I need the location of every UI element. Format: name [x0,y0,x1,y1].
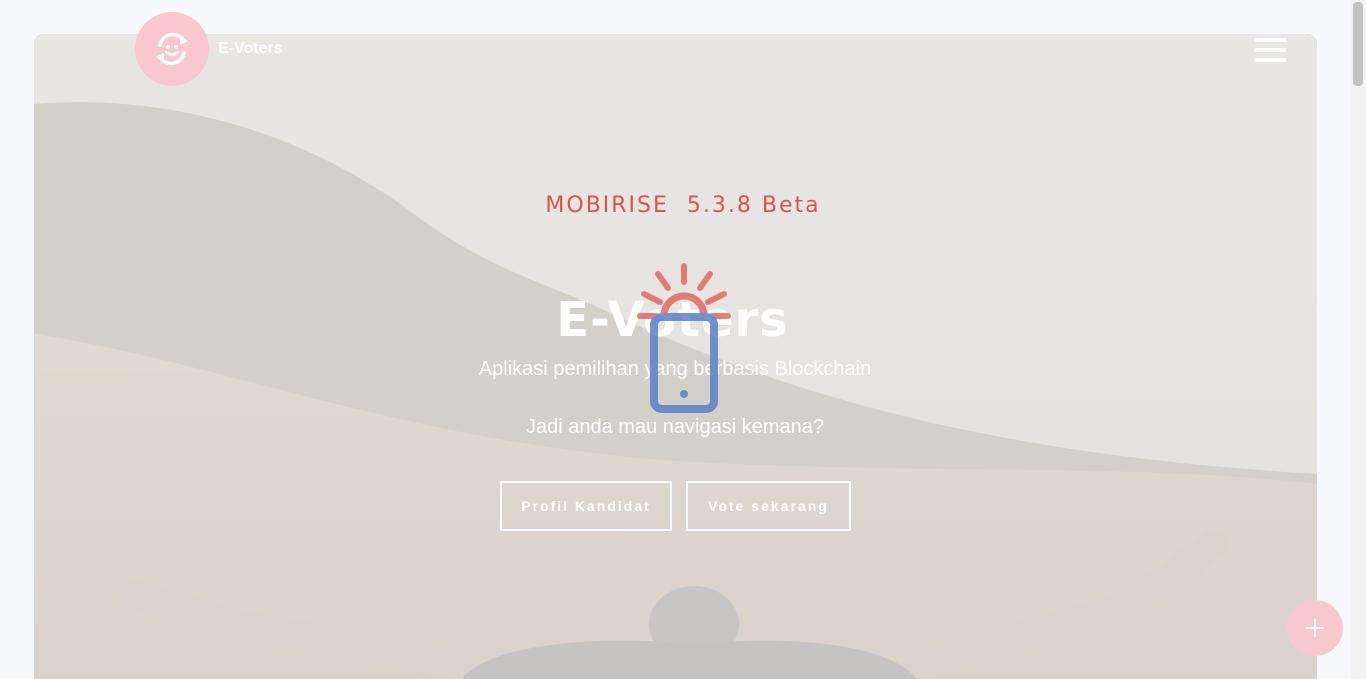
add-button[interactable] [1287,600,1343,656]
logo[interactable] [135,12,209,86]
hamburger-icon[interactable] [1254,38,1286,62]
plus-icon [1306,619,1324,637]
scrollbar[interactable] [1350,0,1366,679]
brand-name[interactable]: E-Voters [218,40,283,58]
vote-sekarang-button[interactable]: Vote sekarang [686,481,851,531]
profil-kandidat-button[interactable]: Profil Kandidat [500,481,672,531]
scrollbar-thumb[interactable] [1353,2,1363,86]
page: E-Voters MOBIRISE 5.3.8 Beta E-Voters Ap… [0,0,1366,679]
phone-sun-icon [637,263,731,413]
navigation-question: Jadi anda mau navigasi kemana? [526,416,824,438]
refresh-smile-icon [156,32,188,66]
version-label: MOBIRISE 5.3.8 Beta [545,193,821,218]
